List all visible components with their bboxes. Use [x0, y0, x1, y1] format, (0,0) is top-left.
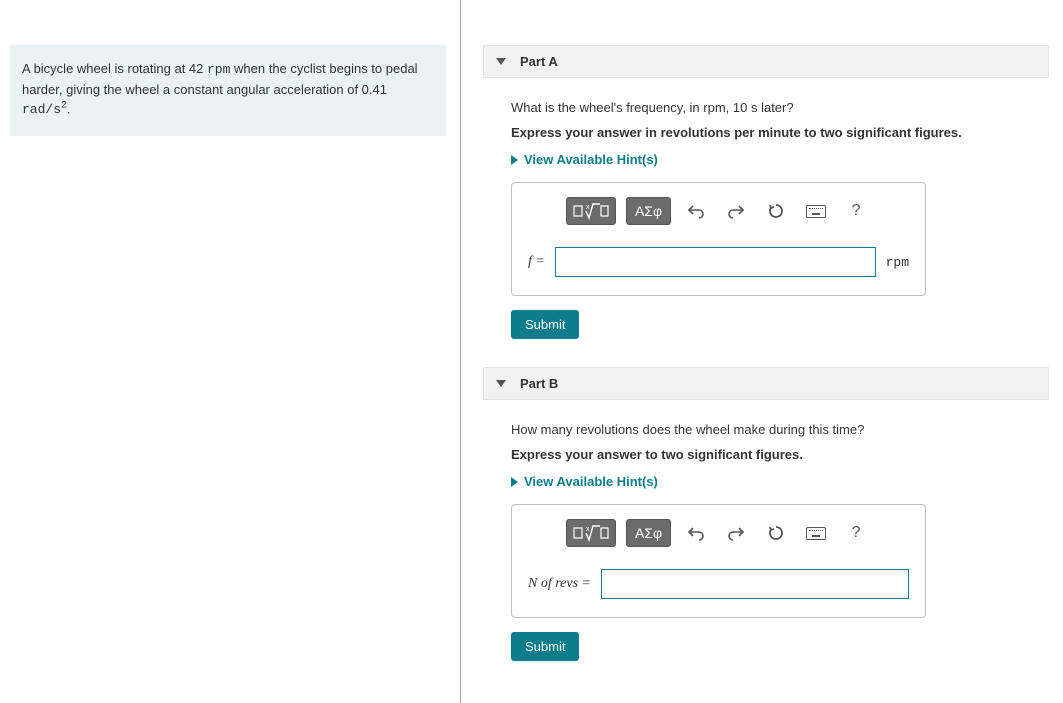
submit-button[interactable]: Submit	[511, 632, 579, 661]
triangle-right-icon	[511, 477, 518, 487]
answer-input[interactable]	[555, 247, 876, 277]
undo-icon[interactable]	[681, 520, 711, 546]
submit-button[interactable]: Submit	[511, 310, 579, 339]
redo-icon[interactable]	[721, 198, 751, 224]
answer-box: x ΑΣφ	[511, 504, 926, 618]
part-a: Part A What is the wheel's frequency, in…	[483, 45, 1049, 339]
variable-label: N of revs =	[528, 576, 591, 592]
reset-icon[interactable]	[761, 198, 791, 224]
triangle-right-icon	[511, 155, 518, 165]
keyboard-icon[interactable]	[801, 520, 831, 546]
question-text: How many revolutions does the wheel make…	[511, 422, 1049, 437]
unit-rads2: rad/s2	[22, 102, 67, 117]
help-icon[interactable]: ?	[841, 520, 871, 546]
reset-icon[interactable]	[761, 520, 791, 546]
answer-toolbar: x ΑΣφ	[524, 519, 913, 547]
unit-rpm: rpm	[207, 62, 230, 77]
chevron-down-icon	[496, 380, 506, 387]
keyboard-icon[interactable]	[801, 198, 831, 224]
greek-symbols-button[interactable]: ΑΣφ	[626, 197, 671, 225]
instruction-text: Express your answer in revolutions per m…	[511, 125, 1049, 140]
problem-text: .	[67, 101, 71, 116]
instruction-text: Express your answer to two significant f…	[511, 447, 1049, 462]
help-icon[interactable]: ?	[841, 198, 871, 224]
problem-text: A bicycle wheel is rotating at 42	[22, 61, 207, 76]
math-template-button[interactable]: x	[566, 197, 616, 225]
part-header-b[interactable]: Part B	[483, 367, 1049, 400]
part-title: Part B	[520, 376, 558, 391]
variable-label: f =	[528, 254, 545, 270]
answer-input[interactable]	[601, 569, 909, 599]
svg-text:x: x	[586, 526, 590, 533]
math-template-button[interactable]: x	[566, 519, 616, 547]
answer-toolbar: x ΑΣφ	[524, 197, 913, 225]
part-header-a[interactable]: Part A	[483, 45, 1049, 78]
hints-label: View Available Hint(s)	[524, 474, 658, 489]
hints-label: View Available Hint(s)	[524, 152, 658, 167]
undo-icon[interactable]	[681, 198, 711, 224]
greek-symbols-button[interactable]: ΑΣφ	[626, 519, 671, 547]
part-title: Part A	[520, 54, 558, 69]
view-hints-link[interactable]: View Available Hint(s)	[511, 152, 1049, 167]
part-b: Part B How many revolutions does the whe…	[483, 367, 1049, 661]
svg-text:x: x	[586, 204, 590, 211]
view-hints-link[interactable]: View Available Hint(s)	[511, 474, 1049, 489]
question-text: What is the wheel's frequency, in rpm, 1…	[511, 100, 1049, 115]
problem-statement: A bicycle wheel is rotating at 42 rpm wh…	[10, 45, 446, 136]
answer-box: x ΑΣφ	[511, 182, 926, 296]
unit-label: rpm	[886, 255, 909, 270]
chevron-down-icon	[496, 58, 506, 65]
redo-icon[interactable]	[721, 520, 751, 546]
